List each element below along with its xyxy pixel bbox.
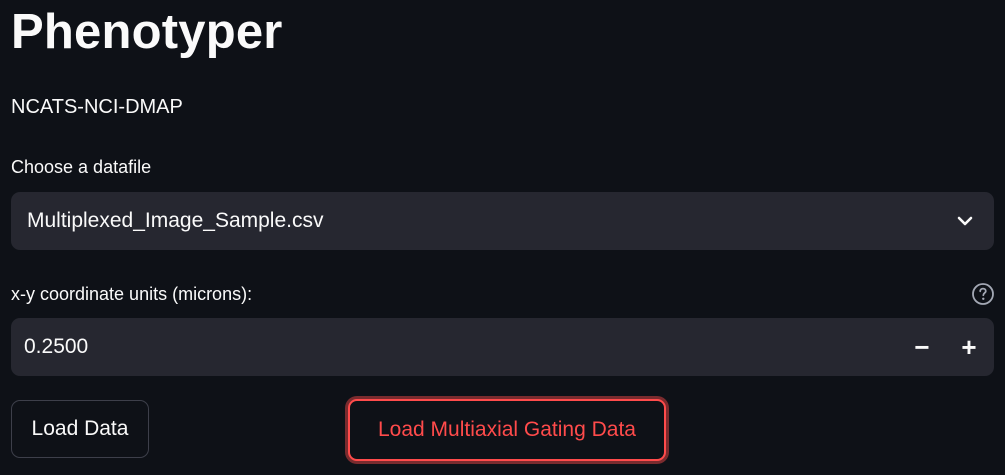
load-data-button[interactable]: Load Data: [11, 400, 149, 458]
load-gating-data-button[interactable]: Load Multiaxial Gating Data: [348, 399, 666, 461]
increment-button[interactable]: +: [946, 318, 992, 376]
units-label: x-y coordinate units (microns):: [11, 284, 253, 304]
page-title: Phenotyper: [11, 5, 283, 59]
datafile-select[interactable]: Multiplexed_Image_Sample.csv: [11, 192, 994, 250]
chevron-down-icon: [957, 216, 973, 226]
units-number-input[interactable]: [11, 318, 891, 376]
help-circle-icon[interactable]: [971, 282, 995, 306]
datafile-select-value: Multiplexed_Image_Sample.csv: [27, 209, 324, 232]
app-subtitle: NCATS-NCI-DMAP: [11, 96, 183, 118]
decrement-button[interactable]: −: [899, 318, 945, 376]
units-number-input-wrapper: − +: [11, 318, 994, 376]
datafile-label: Choose a datafile: [11, 157, 152, 177]
